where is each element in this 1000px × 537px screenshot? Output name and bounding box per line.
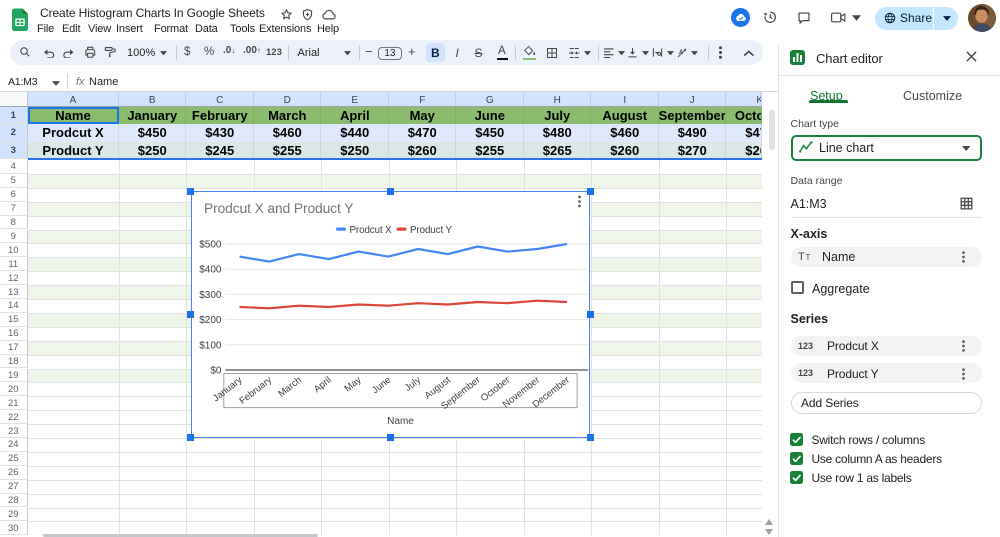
svg-text:A: A	[678, 49, 683, 56]
svg-text:April: April	[311, 375, 333, 395]
svg-text:$0: $0	[210, 366, 222, 377]
svg-text:$300: $300	[199, 290, 222, 301]
svg-text:$100: $100	[199, 340, 222, 351]
svg-text:Prodcut X: Prodcut X	[349, 225, 392, 236]
svg-text:May: May	[342, 375, 363, 395]
svg-text:July: July	[402, 375, 422, 394]
svg-text:$500: $500	[199, 240, 222, 251]
svg-text:T: T	[806, 253, 811, 262]
svg-text:T: T	[798, 251, 805, 262]
svg-text:March: March	[276, 375, 304, 400]
svg-text:Product Y: Product Y	[410, 225, 453, 236]
svg-text:February: February	[237, 375, 274, 407]
svg-text:Prodcut X and Product Y: Prodcut X and Product Y	[204, 201, 353, 216]
svg-text:June: June	[370, 375, 393, 396]
svg-text:$400: $400	[199, 265, 222, 276]
svg-text:$200: $200	[199, 315, 222, 326]
svg-text:Name: Name	[387, 416, 414, 427]
